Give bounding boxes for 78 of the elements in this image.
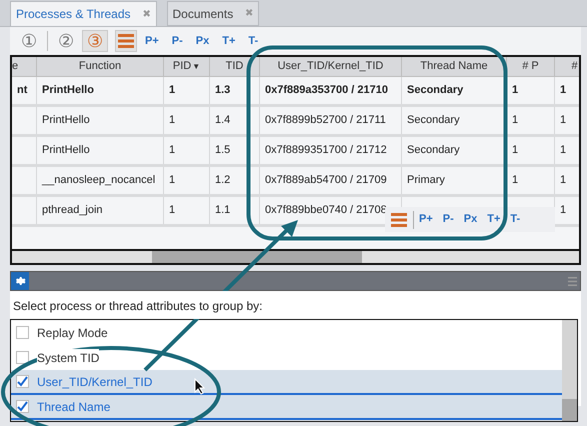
table-cell-text: Secondary — [407, 83, 464, 98]
table-cell-text: PrintHello — [42, 83, 94, 98]
action-button[interactable]: T+ — [482, 211, 506, 228]
action-button[interactable]: T- — [243, 32, 264, 50]
table-cell-text: pthread_join — [42, 203, 103, 218]
column-header[interactable]: User_TID/Kernel_TID — [260, 57, 402, 76]
table-cell-text: 1.3 — [215, 83, 230, 98]
level-button[interactable]: ② — [53, 30, 79, 52]
table-cell-text: 1 — [560, 83, 566, 98]
table-cell-text: 1.4 — [215, 113, 230, 128]
stack-icon[interactable] — [391, 212, 407, 226]
attribute-label: System TID — [37, 348, 100, 366]
table-cell-text: 0x7f8899b52700 / 21711 — [265, 113, 386, 128]
table-cell-text: Secondary — [407, 113, 460, 128]
action-button[interactable]: Px — [458, 211, 482, 228]
table-cell-text: PrintHello — [42, 113, 90, 128]
table-cell-text: 1 — [560, 203, 566, 218]
table-cell-text: 1 — [169, 143, 176, 158]
checkbox[interactable] — [16, 400, 29, 413]
action-button[interactable]: P- — [438, 211, 459, 228]
table-cell-text: 1 — [512, 83, 518, 98]
table-cell-text: 0x7f8899351700 / 21712 — [265, 143, 387, 158]
checkbox[interactable] — [16, 375, 29, 388]
table-cell-text: 0x7f889ab54700 / 21709 — [265, 173, 387, 188]
scrollbar-thumb[interactable] — [152, 251, 362, 263]
checkbox[interactable] — [16, 351, 29, 364]
table-cell-text: 1 — [512, 143, 518, 158]
tab[interactable]: Processes & Threads ✖ — [10, 1, 156, 26]
column-header[interactable]: PID▼ — [164, 57, 210, 76]
scrollbar-thumb[interactable] — [562, 399, 577, 421]
table-cell-text: 1 — [169, 113, 176, 128]
attribute-list-item[interactable]: User_TID/Kernel_TID — [11, 370, 562, 395]
table-cell-text: 1 — [169, 203, 176, 218]
table-cell-text: 1 — [560, 143, 566, 158]
column-header[interactable]: e — [12, 57, 37, 76]
table-cell-text: 1 — [169, 173, 176, 188]
action-button[interactable]: T- — [505, 211, 526, 228]
action-button[interactable]: P+ — [140, 32, 164, 50]
table-cell-text: Primary — [407, 173, 445, 188]
table-cell-text: PrintHello — [42, 143, 90, 158]
sort-arrow-icon: ▼ — [192, 60, 200, 72]
table-cell-text: 1.5 — [215, 143, 230, 158]
action-button[interactable]: Px — [190, 32, 214, 50]
attribute-list-item[interactable]: Thread Name — [11, 395, 562, 420]
table-cell-text: 1.2 — [215, 173, 230, 188]
attribute-list-item[interactable]: Replay Mode — [11, 320, 562, 345]
table-cell-text: 1 — [169, 83, 176, 98]
attribute-list-item[interactable]: System TID — [11, 345, 562, 370]
table-cell-text: 1 — [560, 113, 566, 128]
table-cell-text: 1 — [512, 173, 518, 188]
mouse-cursor-icon — [194, 378, 206, 395]
column-header[interactable]: # — [555, 57, 587, 76]
table-cell-text: Secondary — [407, 143, 460, 158]
settings-icon — [14, 275, 26, 287]
column-header[interactable]: # P — [507, 57, 555, 76]
close-icon[interactable]: ✖ — [142, 6, 150, 22]
tab[interactable]: Documents ✖ — [166, 1, 260, 26]
action-button[interactable]: T+ — [217, 32, 240, 50]
table-cell-text: __nanosleep_nocancel — [42, 173, 156, 188]
level-button[interactable]: ③ — [82, 30, 108, 52]
column-header[interactable]: Thread Name — [402, 57, 507, 76]
table-cell-text: 0x7f889a353700 / 21710 — [265, 83, 388, 98]
stack-icon[interactable] — [118, 34, 134, 48]
action-button[interactable]: P- — [166, 32, 188, 50]
checkbox[interactable] — [16, 326, 29, 339]
table-cell-text: 1 — [560, 173, 566, 188]
table-cell-text: nt — [17, 83, 28, 98]
tab-label: Documents — [172, 6, 234, 22]
settings-button[interactable] — [11, 272, 29, 290]
column-header[interactable]: TID — [210, 57, 260, 76]
table-cell-text: 1 — [512, 113, 518, 128]
level-button[interactable]: ① — [16, 30, 42, 52]
tab-label: Processes & Threads — [16, 6, 130, 23]
table-cell-text: 1.1 — [215, 203, 230, 218]
menu-icon[interactable] — [568, 276, 577, 286]
action-button[interactable]: P+ — [414, 211, 438, 228]
stack-toggle-button[interactable] — [115, 30, 137, 52]
column-header[interactable]: Function — [37, 57, 164, 76]
